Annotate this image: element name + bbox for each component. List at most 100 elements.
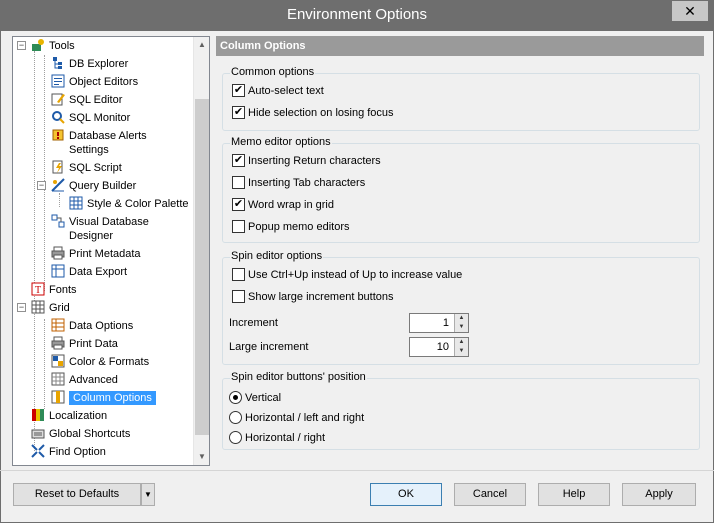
hide-selection-checkbox[interactable]: ✔ Hide selection on losing focus <box>232 105 394 121</box>
scroll-thumb[interactable] <box>195 99 209 435</box>
localization-icon <box>31 408 45 422</box>
tree-item-object-editors[interactable]: Object Editors <box>51 73 138 91</box>
tree-line <box>44 55 45 291</box>
spin-position-title: Spin editor buttons' position <box>230 371 367 383</box>
cancel-button[interactable]: Cancel <box>454 483 526 506</box>
word-wrap-check[interactable]: ✔ <box>232 197 245 211</box>
tools-expander[interactable]: − <box>17 41 26 50</box>
tree-line <box>59 193 60 207</box>
common-options-title: Common options <box>230 66 316 78</box>
return-chars-check[interactable]: ✔ <box>232 153 245 167</box>
large-increment-up-icon[interactable]: ▲ <box>455 338 468 347</box>
grid-icon <box>31 300 45 314</box>
db-explorer-icon <box>51 56 65 70</box>
large-buttons-checkbox[interactable]: Show large increment buttons <box>232 289 394 305</box>
spin-editor-title: Spin editor options <box>230 250 324 262</box>
memo-editor-group: Memo editor options ✔ Inserting Return ch… <box>222 136 700 243</box>
title-bar: Environment Options ✕ <box>0 0 714 31</box>
help-button[interactable]: Help <box>538 483 610 506</box>
return-chars-checkbox[interactable]: ✔ Inserting Return characters <box>232 153 381 169</box>
hide-selection-check[interactable]: ✔ <box>232 105 245 119</box>
tree-item-style-color-palette[interactable]: Style & Color Palette <box>69 195 189 213</box>
tab-chars-checkbox[interactable]: Inserting Tab characters <box>232 175 365 191</box>
tree-item-advanced[interactable]: Advanced <box>51 371 118 389</box>
increment-down-icon[interactable]: ▼ <box>455 323 468 332</box>
ok-button[interactable]: OK <box>370 483 442 506</box>
scroll-down-arrow-icon[interactable]: ▼ <box>194 449 210 465</box>
tree-item-data-export[interactable]: Data Export <box>51 263 127 281</box>
close-icon[interactable]: ✕ <box>672 1 708 21</box>
bottom-divider <box>0 470 714 471</box>
radio-horizontal-left-right[interactable]: Horizontal / left and right <box>229 410 364 426</box>
query-builder-expander[interactable]: − <box>37 181 46 190</box>
large-buttons-check[interactable] <box>232 289 245 303</box>
tree-item-find-option[interactable]: Find Option <box>31 443 106 461</box>
increment-value[interactable]: 1 <box>443 314 452 332</box>
large-increment-down-icon[interactable]: ▼ <box>455 347 468 356</box>
reset-dropdown-arrow-icon[interactable]: ▼ <box>141 483 155 506</box>
word-wrap-checkbox[interactable]: ✔ Word wrap in grid <box>232 197 334 213</box>
tree-item-query-builder[interactable]: Query Builder <box>51 177 136 195</box>
keyboard-icon <box>31 426 45 440</box>
large-increment-value[interactable]: 10 <box>437 338 452 356</box>
radio-vertical[interactable]: Vertical <box>229 390 281 406</box>
tree-scrollbar[interactable]: ▲ ▼ <box>193 37 209 465</box>
spin-position-group: Spin editor buttons' position Vertical H… <box>222 371 700 450</box>
grid-expander[interactable]: − <box>17 303 26 312</box>
radio-horizontal-right[interactable]: Horizontal / right <box>229 430 325 446</box>
panel-title: Column Options <box>216 36 704 56</box>
tree-item-column-options[interactable]: Column Options <box>51 389 156 407</box>
tree-item-db-explorer[interactable]: DB Explorer <box>51 55 128 73</box>
tree-item-grid[interactable]: Grid <box>31 299 70 317</box>
tree-item-data-options[interactable]: Data Options <box>51 317 133 335</box>
column-options-icon <box>51 390 65 404</box>
tree-item-global-shortcuts[interactable]: Global Shortcuts <box>31 425 130 443</box>
tree-item-visual-database-designer-line2: Designer <box>69 230 114 243</box>
object-editors-icon <box>51 74 65 88</box>
tree-item-fonts[interactable]: T Fonts <box>31 281 77 299</box>
data-export-icon <box>51 264 65 278</box>
increment-label: Increment <box>229 317 278 329</box>
tree-item-print-data[interactable]: Print Data <box>51 335 118 353</box>
auto-select-check[interactable]: ✔ <box>232 83 245 97</box>
palette-icon <box>69 196 83 210</box>
sql-monitor-icon <box>51 110 65 124</box>
ctrl-up-check[interactable] <box>232 267 245 281</box>
visual-designer-icon <box>51 214 65 228</box>
database-alerts-icon <box>51 128 65 142</box>
options-tree[interactable]: − Tools DB Explorer Object Editors SQL E… <box>12 36 210 466</box>
tree-item-sql-editor[interactable]: SQL Editor <box>51 91 122 109</box>
tools-icon <box>31 38 45 52</box>
increment-up-icon[interactable]: ▲ <box>455 314 468 323</box>
tree-item-color-formats[interactable]: Color & Formats <box>51 353 149 371</box>
reset-to-defaults-button[interactable]: Reset to Defaults <box>13 483 141 506</box>
radio-vertical-dot[interactable] <box>229 390 242 404</box>
color-formats-icon <box>51 354 65 368</box>
tree-item-sql-monitor[interactable]: SQL Monitor <box>51 109 130 127</box>
tree-item-sql-script[interactable]: SQL Script <box>51 159 122 177</box>
sql-editor-icon <box>51 92 65 106</box>
tab-chars-check[interactable] <box>232 175 245 189</box>
tree-item-localization[interactable]: Localization <box>31 407 107 425</box>
fonts-icon: T <box>31 282 45 296</box>
tree-item-tools[interactable]: Tools <box>31 37 75 55</box>
apply-button[interactable]: Apply <box>622 483 696 506</box>
query-builder-icon <box>51 178 65 192</box>
popup-memo-checkbox[interactable]: Popup memo editors <box>232 219 350 235</box>
radio-horizontal-left-right-dot[interactable] <box>229 410 242 424</box>
tree-item-print-metadata[interactable]: Print Metadata <box>51 245 141 263</box>
ctrl-up-checkbox[interactable]: Use Ctrl+Up instead of Up to increase va… <box>232 267 462 283</box>
large-increment-spinner[interactable]: 10 ▲ ▼ <box>409 337 469 357</box>
advanced-icon <box>51 372 65 386</box>
sql-script-icon <box>51 160 65 174</box>
printer-icon <box>51 336 65 350</box>
scroll-up-arrow-icon[interactable]: ▲ <box>194 37 210 53</box>
tree-item-database-alerts-line2: Settings <box>69 144 109 157</box>
increment-spinner[interactable]: 1 ▲ ▼ <box>409 313 469 333</box>
data-options-icon <box>51 318 65 332</box>
find-option-icon <box>31 444 45 458</box>
popup-memo-check[interactable] <box>232 219 245 233</box>
spin-editor-group: Spin editor options Use Ctrl+Up instead … <box>222 250 700 365</box>
auto-select-checkbox[interactable]: ✔ Auto-select text <box>232 83 324 99</box>
radio-horizontal-right-dot[interactable] <box>229 430 242 444</box>
